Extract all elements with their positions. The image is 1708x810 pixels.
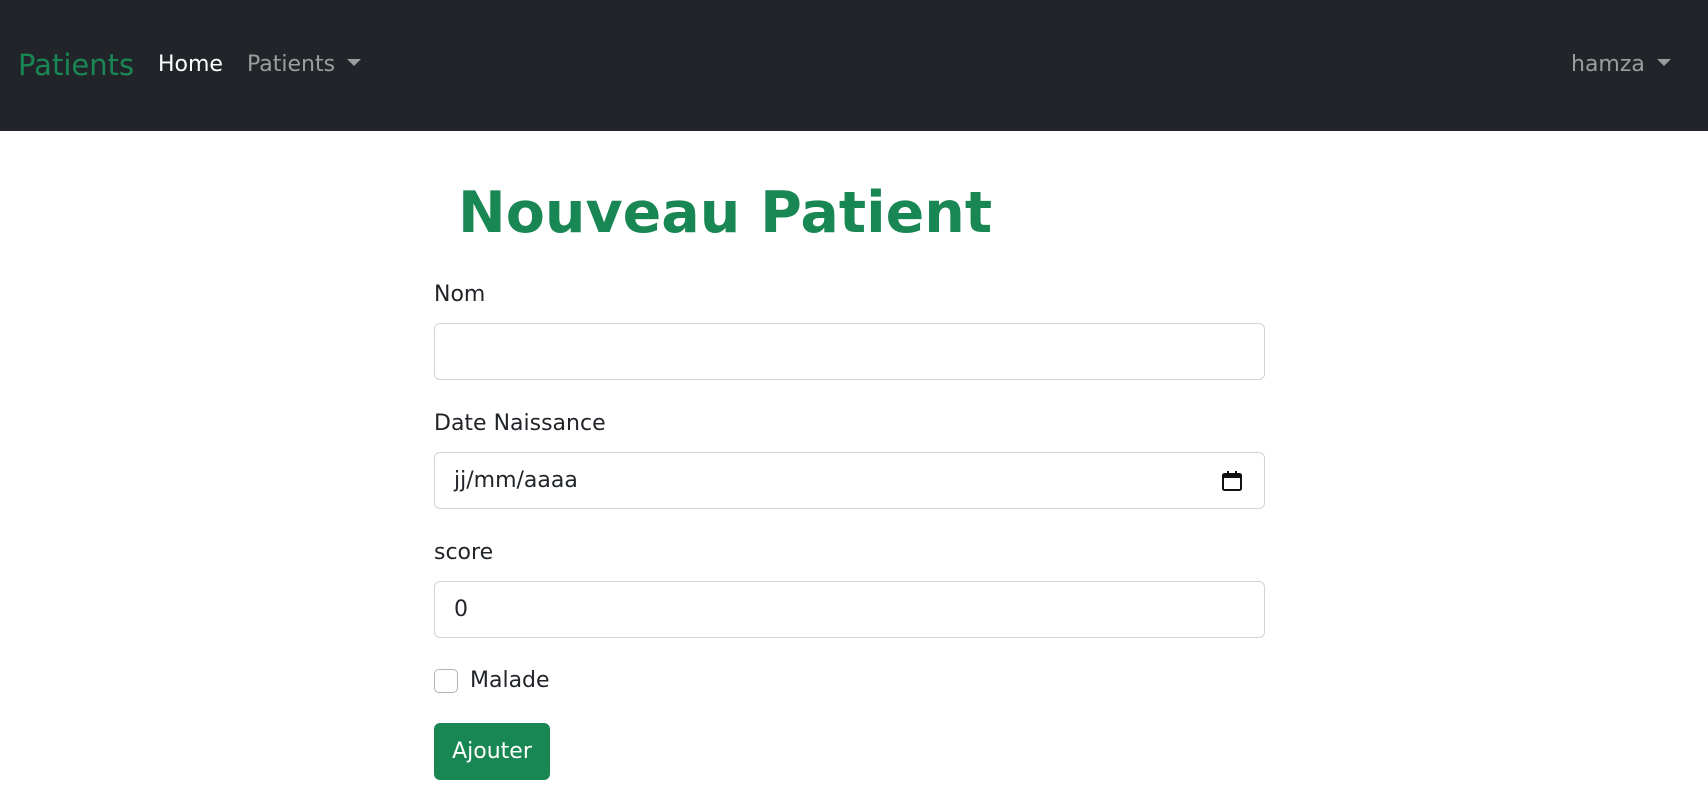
- score-input[interactable]: [434, 581, 1265, 638]
- date-naissance-input[interactable]: jj/mm/aaaa: [434, 452, 1265, 509]
- caret-down-icon: [1656, 59, 1671, 66]
- caret-down-icon: [347, 59, 362, 66]
- date-naissance-label: Date Naissance: [434, 411, 606, 436]
- calendar-icon[interactable]: [1220, 469, 1244, 493]
- nav-dropdown-patients-label: Patients: [247, 52, 336, 77]
- user-dropdown[interactable]: hamza: [1571, 52, 1671, 77]
- date-placeholder: jj/mm/aaaa: [454, 468, 578, 493]
- navbar-brand[interactable]: Patients: [18, 48, 134, 82]
- score-label: score: [434, 540, 494, 565]
- nav-dropdown-patients[interactable]: Patients: [247, 52, 362, 77]
- malade-label[interactable]: Malade: [470, 668, 550, 693]
- nom-input[interactable]: [434, 323, 1265, 380]
- nav-link-home[interactable]: Home: [158, 52, 223, 77]
- malade-checkbox[interactable]: [434, 669, 458, 693]
- page-title: Nouveau Patient: [458, 180, 993, 246]
- nom-label: Nom: [434, 282, 486, 307]
- navbar: Patients Home Patients hamza: [0, 0, 1708, 131]
- user-name: hamza: [1571, 52, 1645, 77]
- ajouter-button[interactable]: Ajouter: [434, 723, 550, 780]
